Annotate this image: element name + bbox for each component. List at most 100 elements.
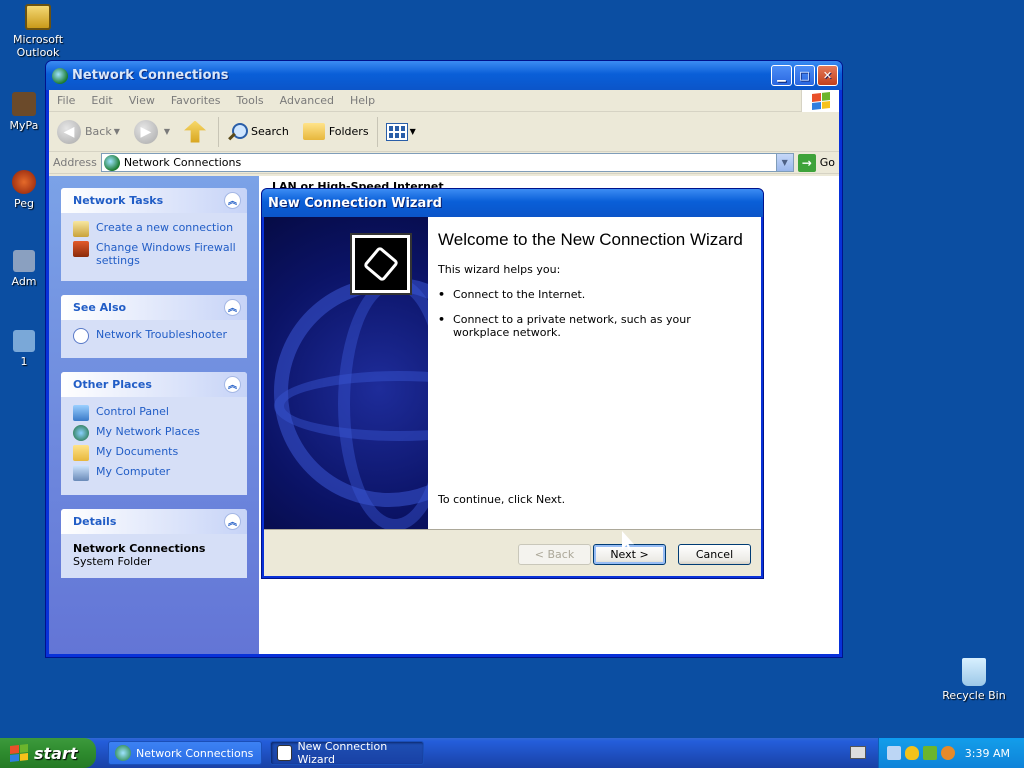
shortcut-icon: [12, 170, 36, 194]
task-network-troubleshooter[interactable]: Network Troubleshooter: [73, 328, 237, 344]
wizard-bullet: • Connect to the Internet.: [438, 288, 586, 301]
network-tasks-panel: Network Tasks ︽ Create a new connection …: [61, 188, 247, 281]
taskbar-network-connections[interactable]: Network Connections: [108, 741, 262, 765]
desktop-icon-recycle-bin[interactable]: Recycle Bin: [936, 658, 1012, 702]
menu-bar: File Edit View Favorites Tools Advanced …: [49, 90, 839, 112]
panel-header[interactable]: Network Tasks ︽: [61, 188, 247, 213]
panel-title: See Also: [73, 301, 127, 314]
desktop-icon-label: Recycle Bin: [942, 689, 1006, 702]
place-label: My Network Places: [96, 425, 200, 438]
search-button[interactable]: Search: [223, 116, 293, 148]
folder-icon: [302, 123, 325, 140]
task-label: Create a new connection: [96, 221, 234, 234]
forward-button[interactable]: ▶ ▼: [130, 116, 180, 148]
place-my-documents[interactable]: My Documents: [73, 445, 237, 461]
documents-folder-icon: [73, 445, 89, 461]
window-titlebar[interactable]: Network Connections ▁ □ ✕: [46, 61, 842, 90]
details-name: Network Connections: [73, 542, 206, 555]
panel-header[interactable]: Other Places ︽: [61, 372, 247, 397]
toolbar-separator: [376, 116, 378, 147]
cancel-button[interactable]: Cancel: [678, 544, 751, 565]
collapse-icon[interactable]: ︽: [224, 376, 241, 393]
toolbar: ◀ Back ▼ ▶ ▼ Search Folders ▼: [49, 112, 839, 152]
wizard-bullet: • Connect to a private network, such as y…: [438, 313, 738, 339]
back-button[interactable]: < Back: [518, 544, 591, 565]
menu-file[interactable]: File: [49, 94, 83, 107]
chevron-down-icon: ▼: [163, 127, 171, 136]
minimize-button[interactable]: ▁: [771, 65, 792, 86]
search-tray-icon[interactable]: [941, 746, 955, 760]
computer-icon: [73, 465, 89, 481]
up-folder-icon: [184, 120, 207, 143]
address-bar: Address Network Connections ▼ → Go: [49, 152, 839, 174]
taskbar-new-connection-wizard[interactable]: New Connection Wizard: [270, 740, 424, 766]
back-label: Back: [85, 125, 112, 138]
windows-logo-icon: [10, 744, 28, 762]
network-connections-icon: [103, 154, 120, 171]
outlook-icon: [25, 4, 51, 30]
back-button[interactable]: ◀ Back ▼: [53, 116, 130, 148]
folders-button[interactable]: Folders: [299, 116, 373, 148]
security-shield-icon[interactable]: [905, 746, 919, 760]
bullet-text: Connect to a private network, such as yo…: [453, 313, 691, 339]
search-icon: [227, 122, 249, 142]
menu-favorites[interactable]: Favorites: [163, 94, 229, 107]
place-label: Control Panel: [96, 405, 169, 418]
task-change-firewall-settings[interactable]: Change Windows Firewall settings: [73, 241, 237, 267]
menu-view[interactable]: View: [121, 94, 163, 107]
menu-advanced[interactable]: Advanced: [272, 94, 342, 107]
control-panel-icon: [73, 405, 89, 421]
collapse-icon[interactable]: ︽: [224, 513, 241, 530]
go-button[interactable]: → Go: [797, 153, 835, 172]
bullet-text: Connect to the Internet.: [453, 288, 586, 301]
wizard-title: New Connection Wizard: [268, 195, 442, 211]
task-label: Network Connections: [136, 746, 254, 760]
address-input[interactable]: Network Connections ▼: [100, 153, 794, 172]
network-plug-icon: [350, 233, 412, 295]
system-tray: 3:39 AM: [878, 738, 1024, 768]
network-tray-icon[interactable]: [887, 746, 901, 760]
place-my-computer[interactable]: My Computer: [73, 465, 237, 481]
place-label: My Computer: [96, 465, 171, 478]
wizard-intro: This wizard helps you:: [438, 263, 561, 276]
maximize-button[interactable]: □: [794, 65, 815, 86]
chevron-down-icon: ▼: [113, 127, 120, 136]
views-button[interactable]: ▼: [382, 116, 426, 148]
desktop-icon-outlook[interactable]: Microsoft Outlook: [0, 4, 76, 59]
collapse-icon[interactable]: ︽: [224, 192, 241, 209]
start-label: start: [34, 743, 78, 763]
wizard-banner: [264, 217, 428, 529]
shortcut-icon: [13, 330, 35, 352]
start-button[interactable]: start: [0, 738, 96, 768]
collapse-icon[interactable]: ︽: [224, 299, 241, 316]
window-title: Network Connections: [72, 68, 229, 83]
task-label: New Connection Wizard: [297, 740, 388, 766]
address-dropdown-button[interactable]: ▼: [775, 154, 793, 171]
menu-help[interactable]: Help: [342, 94, 383, 107]
network-connections-icon: [52, 67, 68, 84]
place-control-panel[interactable]: Control Panel: [73, 405, 237, 421]
recycle-bin-icon: [962, 658, 986, 686]
desktop-icon-label: Microsoft Outlook: [12, 33, 64, 59]
task-create-new-connection[interactable]: Create a new connection: [73, 221, 237, 237]
network-status-icon[interactable]: [923, 746, 937, 760]
chevron-down-icon: ▼: [409, 127, 416, 136]
panel-header[interactable]: See Also ︽: [61, 295, 247, 320]
wizard-titlebar[interactable]: New Connection Wizard: [262, 189, 763, 217]
address-value: Network Connections: [123, 156, 242, 169]
firewall-icon: [73, 241, 89, 257]
keyboard-icon[interactable]: [850, 746, 866, 759]
up-button[interactable]: [180, 116, 214, 148]
views-icon: [385, 122, 408, 141]
panel-title: Other Places: [73, 378, 152, 391]
menu-edit[interactable]: Edit: [83, 94, 120, 107]
task-label: Change Windows Firewall settings: [96, 241, 236, 267]
shortcut-icon: [12, 92, 36, 116]
clock: 3:39 AM: [964, 746, 1010, 760]
other-places-panel: Other Places ︽ Control Panel My Network …: [61, 372, 247, 495]
menu-tools[interactable]: Tools: [229, 94, 272, 107]
panel-header[interactable]: Details ︽: [61, 509, 247, 534]
see-also-panel: See Also ︽ Network Troubleshooter: [61, 295, 247, 358]
place-my-network-places[interactable]: My Network Places: [73, 425, 237, 441]
close-button[interactable]: ✕: [817, 65, 838, 86]
